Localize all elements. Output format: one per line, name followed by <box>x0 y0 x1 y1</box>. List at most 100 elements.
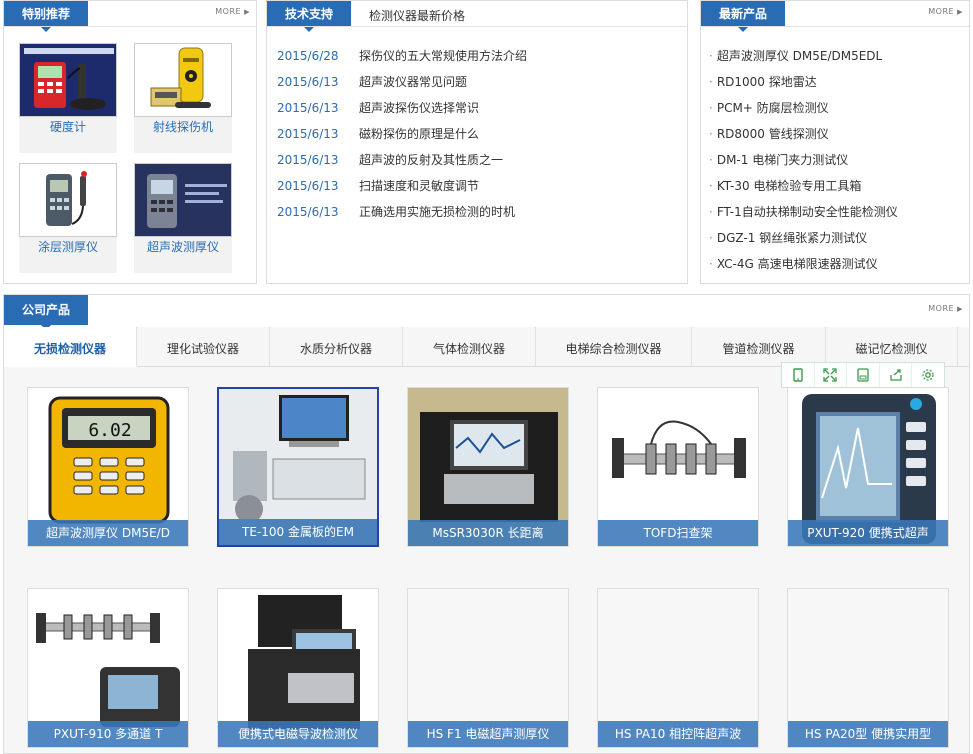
latest-more-link[interactable]: MORE ▶ <box>928 7 963 16</box>
more-label[interactable]: MORE <box>928 7 954 16</box>
tech-subtitle-link[interactable]: 检测仪器最新价格 <box>369 7 465 24</box>
product-caption[interactable]: TOFD扫查架 <box>598 520 758 546</box>
latest-item[interactable]: KT-30 电梯检验专用工具箱 <box>709 173 898 199</box>
news-date: 2015/6/13 <box>277 153 339 167</box>
latest-item[interactable]: RD8000 管线探测仪 <box>709 121 898 147</box>
news-title[interactable]: 磁粉探伤的原理是什么 <box>359 127 479 141</box>
product-card[interactable]: TE-100 金属板的EM <box>217 387 379 547</box>
product-caption[interactable]: PXUT-920 便携式超声 <box>788 520 948 546</box>
news-date: 2015/6/13 <box>277 75 339 89</box>
news-date: 2015/6/13 <box>277 101 339 115</box>
ultrasonic-thickness-gauge-image[interactable] <box>134 163 232 237</box>
news-item[interactable]: 2015/6/13 磁粉探伤的原理是什么 <box>277 121 677 147</box>
special-item-label[interactable]: 硬度计 <box>19 117 117 153</box>
product-card[interactable]: TOFD扫查架 <box>597 387 759 547</box>
news-list: 2015/6/28 探伤仪的五大常规使用方法介绍 2015/6/13 超声波仪器常见… <box>277 43 677 225</box>
special-item-label[interactable]: 涂层测厚仪 <box>19 237 117 273</box>
news-item[interactable]: 2015/6/13 正确选用实施无损检测的时机 <box>277 199 677 225</box>
product-caption[interactable]: TE-100 金属板的EM <box>219 519 377 545</box>
chevron-right-icon: ▶ <box>244 8 250 16</box>
product-caption[interactable]: PXUT-910 多通道 T <box>28 721 188 747</box>
chevron-right-icon: ▶ <box>957 8 963 16</box>
share-icon[interactable] <box>880 363 913 387</box>
news-item[interactable]: 2015/6/13 超声波仪器常见问题 <box>277 69 677 95</box>
save-icon[interactable] <box>847 363 880 387</box>
product-card[interactable]: HS F1 电磁超声测厚仪 <box>407 588 569 748</box>
special-item-label[interactable]: 射线探伤机 <box>134 117 232 153</box>
latest-item[interactable]: XC-4G 高速电梯限速器测试仪 <box>709 251 898 277</box>
latest-item[interactable]: FT-1自动扶梯制动安全性能检测仪 <box>709 199 898 225</box>
news-item[interactable]: 2015/6/13 扫描速度和灵敏度调节 <box>277 173 677 199</box>
more-label[interactable]: MORE <box>215 7 241 16</box>
more-label[interactable]: MORE <box>928 304 954 313</box>
svg-text:6.02: 6.02 <box>88 420 131 441</box>
product-caption[interactable]: HS F1 电磁超声测厚仪 <box>408 721 568 747</box>
latest-panel: 最新产品 MORE ▶ 超声波测厚仪 DM5E/DM5EDL RD1000 探地… <box>700 0 970 284</box>
product-caption[interactable]: HS PA10 相控阵超声波 <box>598 721 758 747</box>
image-toolbar <box>781 362 945 388</box>
product-card[interactable]: 便携式电磁导波检测仪 <box>217 588 379 748</box>
divider <box>701 26 969 27</box>
news-date: 2015/6/13 <box>277 205 339 219</box>
news-date: 2015/6/28 <box>277 49 339 63</box>
product-caption[interactable]: MsSR3030R 长距离 <box>408 520 568 546</box>
latest-item[interactable]: 超声波测厚仪 DM5E/DM5EDL <box>709 43 898 69</box>
tab-physical-chemical[interactable]: 理化试验仪器 <box>137 327 270 367</box>
latest-title: 最新产品 <box>701 1 786 32</box>
tab-water-analysis[interactable]: 水质分析仪器 <box>270 327 403 367</box>
special-item[interactable]: 射线探伤机 <box>134 43 232 153</box>
latest-list: 超声波测厚仪 DM5E/DM5EDL RD1000 探地雷达 PCM+ 防腐层检… <box>709 43 898 277</box>
news-title[interactable]: 超声波探伤仪选择常识 <box>359 101 479 115</box>
tech-title: 技术支持 <box>267 1 352 32</box>
special-item[interactable]: 硬度计 <box>19 43 117 153</box>
news-item[interactable]: 2015/6/13 超声波探伤仪选择常识 <box>277 95 677 121</box>
tab-pipeline[interactable]: 管道检测仪器 <box>692 327 826 367</box>
product-card[interactable]: HS PA10 相控阵超声波 <box>597 588 759 748</box>
latest-item[interactable]: RD1000 探地雷达 <box>709 69 898 95</box>
news-date: 2015/6/13 <box>277 127 339 141</box>
tab-nondestructive[interactable]: 无损检测仪器 <box>4 327 137 367</box>
category-tabs: 无损检测仪器 理化试验仪器 水质分析仪器 气体检测仪器 电梯综合检测仪器 管道检… <box>4 327 970 367</box>
latest-item[interactable]: DM-1 电梯门夹力测试仪 <box>709 147 898 173</box>
special-item-label[interactable]: 超声波测厚仪 <box>134 237 232 273</box>
special-more-link[interactable]: MORE ▶ <box>215 7 250 16</box>
tab-magnetic-memory[interactable]: 磁记忆检测仪 <box>826 327 958 367</box>
special-item[interactable]: 超声波测厚仪 <box>134 163 232 273</box>
news-title[interactable]: 扫描速度和灵敏度调节 <box>359 179 479 193</box>
mobile-icon[interactable] <box>782 363 815 387</box>
hardness-tester-image[interactable] <box>19 43 117 117</box>
product-caption[interactable]: 便携式电磁导波检测仪 <box>218 721 378 747</box>
product-caption[interactable]: HS PA20型 便携实用型 <box>788 721 948 747</box>
news-item[interactable]: 2015/6/13 超声波的反射及其性质之一 <box>277 147 677 173</box>
tab-gas-detection[interactable]: 气体检测仪器 <box>403 327 536 367</box>
fullscreen-icon[interactable] <box>815 363 848 387</box>
chevron-right-icon: ▶ <box>957 305 963 313</box>
news-title[interactable]: 正确选用实施无损检测的时机 <box>359 205 515 219</box>
product-card[interactable]: 6.02 超声波测厚仪 DM5E/D <box>27 387 189 547</box>
divider <box>4 26 256 27</box>
company-title: 公司产品 <box>4 295 89 330</box>
divider <box>267 26 687 27</box>
special-item[interactable]: 涂层测厚仪 <box>19 163 117 273</box>
tech-panel: 技术支持 检测仪器最新价格 2015/6/28 探伤仪的五大常规使用方法介绍 20… <box>266 0 688 284</box>
settings-icon[interactable] <box>912 363 944 387</box>
news-title[interactable]: 超声波仪器常见问题 <box>359 75 467 89</box>
product-card[interactable]: PXUT-910 多通道 T <box>27 588 189 748</box>
latest-item[interactable]: PCM+ 防腐层检测仪 <box>709 95 898 121</box>
special-title: 特别推荐 <box>4 1 89 32</box>
tab-elevator[interactable]: 电梯综合检测仪器 <box>536 327 692 367</box>
company-header-bg <box>4 295 969 327</box>
product-card[interactable]: HS PA20型 便携实用型 <box>787 588 949 748</box>
news-title[interactable]: 超声波的反射及其性质之一 <box>359 153 503 167</box>
coating-thickness-gauge-image[interactable] <box>19 163 117 237</box>
news-item[interactable]: 2015/6/28 探伤仪的五大常规使用方法介绍 <box>277 43 677 69</box>
product-caption[interactable]: 超声波测厚仪 DM5E/D <box>28 520 188 546</box>
news-title[interactable]: 探伤仪的五大常规使用方法介绍 <box>359 49 527 63</box>
company-more-link[interactable]: MORE ▶ <box>928 304 963 313</box>
product-card[interactable]: PXUT-920 便携式超声 <box>787 387 949 547</box>
news-date: 2015/6/13 <box>277 179 339 193</box>
special-panel: 特别推荐 MORE ▶ 硬度计 射线探伤机 涂层测厚仪 超声波测厚仪 <box>3 0 257 284</box>
xray-flaw-detector-image[interactable] <box>134 43 232 117</box>
latest-item[interactable]: DGZ-1 钢丝绳张紧力测试仪 <box>709 225 898 251</box>
product-card[interactable]: MsSR3030R 长距离 <box>407 387 569 547</box>
